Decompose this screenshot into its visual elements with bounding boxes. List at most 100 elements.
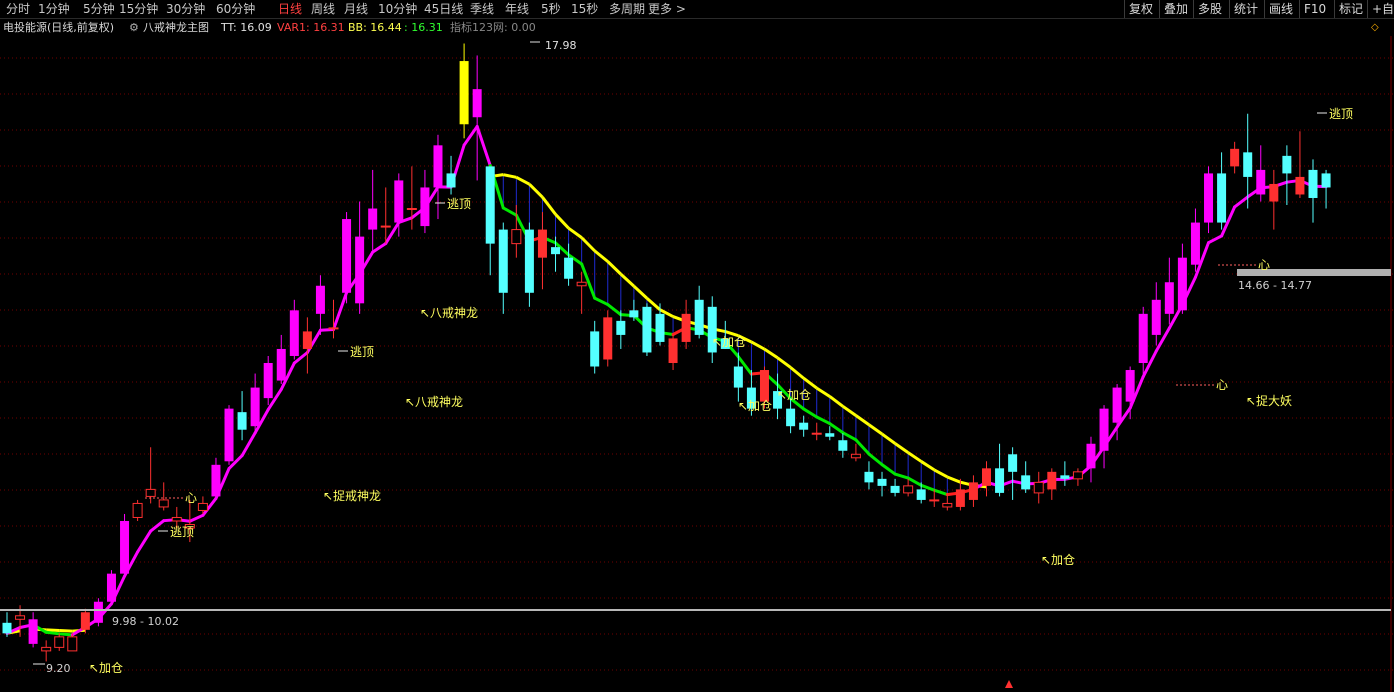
low-range-label: 9.98 - 10.02 xyxy=(112,615,179,628)
period-tab-5[interactable]: 60分钟 xyxy=(216,1,255,17)
escape-top-label: 逃顶 xyxy=(1329,107,1353,121)
yellow-line-segment xyxy=(567,226,583,239)
candle-body xyxy=(145,488,156,497)
candle-body xyxy=(1125,370,1135,402)
toolbar-button-1[interactable]: 叠加 xyxy=(1159,0,1192,18)
fast-line-segment xyxy=(880,463,897,476)
period-tab-0[interactable]: 分时 xyxy=(6,1,30,17)
candle-body xyxy=(1243,152,1253,177)
candle-body xyxy=(825,433,835,437)
candle-body xyxy=(1021,475,1031,490)
catch-monster-label: ↖捉大妖 xyxy=(1246,393,1292,408)
candle-body xyxy=(93,601,103,623)
candle-body xyxy=(355,236,365,304)
yellow-line-segment xyxy=(763,347,779,360)
candle-body xyxy=(524,229,534,293)
indicator-source: 指标123网: 0.00 xyxy=(450,21,536,34)
fast-line-segment xyxy=(802,407,819,419)
add-position-label: ↖加仓 xyxy=(712,335,746,349)
yellow-line-segment xyxy=(580,236,596,252)
candle-body xyxy=(838,440,848,451)
candle-body xyxy=(171,516,182,522)
add-position-label: ↖加仓 xyxy=(89,661,123,675)
fast-line-segment xyxy=(841,431,858,442)
fast-line-segment xyxy=(828,422,845,435)
candle-body xyxy=(1308,169,1318,198)
candle-body xyxy=(1190,222,1200,265)
fast-line-segment xyxy=(188,513,205,523)
kline-chart[interactable]: 17.98逃顶逃顶逃顶逃顶↖八戒神龙↖八戒神龙↖捉戒神龙↖加仓↖加仓↖加仓↖加仓… xyxy=(0,36,1394,692)
candle-body xyxy=(877,478,887,486)
candle-body xyxy=(158,499,169,508)
period-tab-8[interactable]: 月线 xyxy=(344,1,368,17)
candle-body xyxy=(433,145,443,188)
candle-body xyxy=(1230,148,1240,167)
candle-body xyxy=(472,89,482,118)
yellow-line-segment xyxy=(515,175,531,186)
candle-body xyxy=(380,225,391,228)
period-tab-16[interactable]: 更多 > xyxy=(648,1,686,17)
period-tab-7[interactable]: 周线 xyxy=(311,1,335,17)
toolbar-button-2[interactable]: 多股 xyxy=(1193,0,1226,18)
toolbar-button-7[interactable]: +自 xyxy=(1367,0,1394,18)
fast-line-segment xyxy=(44,630,61,636)
candle-body xyxy=(982,468,991,486)
candle-body xyxy=(511,229,522,245)
dragon-label: ↖八戒神龙 xyxy=(405,395,463,409)
stock-title[interactable]: 电投能源(日线,前复权) xyxy=(3,19,114,36)
toolbar-button-0[interactable]: 复权 xyxy=(1124,0,1157,18)
add-position-label: ↖加仓 xyxy=(1041,553,1075,567)
yellow-line-segment xyxy=(868,423,883,436)
yellow-line-segment xyxy=(776,356,792,369)
period-tab-3[interactable]: 15分钟 xyxy=(119,1,158,17)
candle-body xyxy=(903,485,914,494)
fast-line-segment xyxy=(501,206,518,217)
formula-name[interactable]: 八戒神龙主图 xyxy=(143,19,209,36)
toolbar-button-5[interactable]: F10 xyxy=(1299,0,1330,18)
period-tab-10[interactable]: 45日线 xyxy=(424,1,463,17)
fast-line-segment xyxy=(136,529,153,554)
period-tab-9[interactable]: 10分钟 xyxy=(378,1,417,17)
candle-body xyxy=(890,485,900,493)
period-tab-1[interactable]: 1分钟 xyxy=(38,1,70,17)
heart-label: 心 xyxy=(185,491,197,505)
candle-body xyxy=(616,320,626,335)
yellow-line-segment xyxy=(907,451,923,463)
settings-icon[interactable]: ⚙ xyxy=(129,19,139,36)
candle-body xyxy=(1269,183,1279,202)
period-tab-4[interactable]: 30分钟 xyxy=(166,1,205,17)
yellow-line-segment xyxy=(619,273,635,288)
yellow-line-segment xyxy=(593,249,609,263)
candle-body xyxy=(459,61,469,125)
period-tab-14[interactable]: 15秒 xyxy=(571,1,598,17)
candle-body xyxy=(1072,471,1083,480)
yellow-line-segment xyxy=(554,213,570,230)
candle-body xyxy=(263,363,273,399)
candle-body xyxy=(995,468,1005,493)
diamond-icon[interactable]: ◇ xyxy=(1371,19,1379,36)
period-tab-11[interactable]: 季线 xyxy=(470,1,494,17)
candle-body xyxy=(864,471,874,483)
yellow-line-segment xyxy=(789,366,805,380)
candle-body xyxy=(537,229,547,258)
candle-body xyxy=(328,327,339,330)
candle-body xyxy=(551,247,561,255)
period-tab-12[interactable]: 年线 xyxy=(505,1,529,17)
candle-body xyxy=(955,489,965,507)
fast-line-segment xyxy=(867,452,884,467)
period-tab-15[interactable]: 多周期 xyxy=(609,1,645,17)
period-tab-6[interactable]: 日线 xyxy=(278,1,302,17)
candle-body xyxy=(799,422,809,430)
period-tab-2[interactable]: 5分钟 xyxy=(83,1,115,17)
toolbar-button-3[interactable]: 统计 xyxy=(1229,0,1262,18)
candle-body xyxy=(302,331,312,349)
low-price-label: 9.20 xyxy=(46,662,71,675)
toolbar-button-6[interactable]: 标记 xyxy=(1334,0,1367,18)
fast-line-segment xyxy=(606,303,623,317)
period-tab-13[interactable]: 5秒 xyxy=(541,1,561,17)
candle-body xyxy=(629,310,639,318)
toolbar-button-4[interactable]: 画线 xyxy=(1264,0,1297,18)
candle-body xyxy=(1008,454,1018,472)
candle-body xyxy=(1138,313,1148,363)
candle-body xyxy=(564,257,574,279)
